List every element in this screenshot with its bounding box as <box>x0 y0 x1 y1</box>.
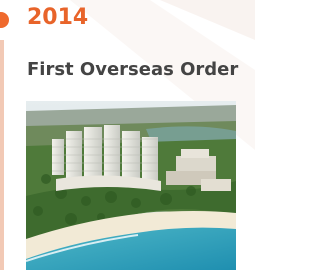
timeline-line <box>0 40 4 270</box>
milestone-year: 2014 <box>27 5 89 30</box>
milestone-title: First Overseas Order <box>27 59 239 80</box>
milestone-photo <box>26 101 236 270</box>
